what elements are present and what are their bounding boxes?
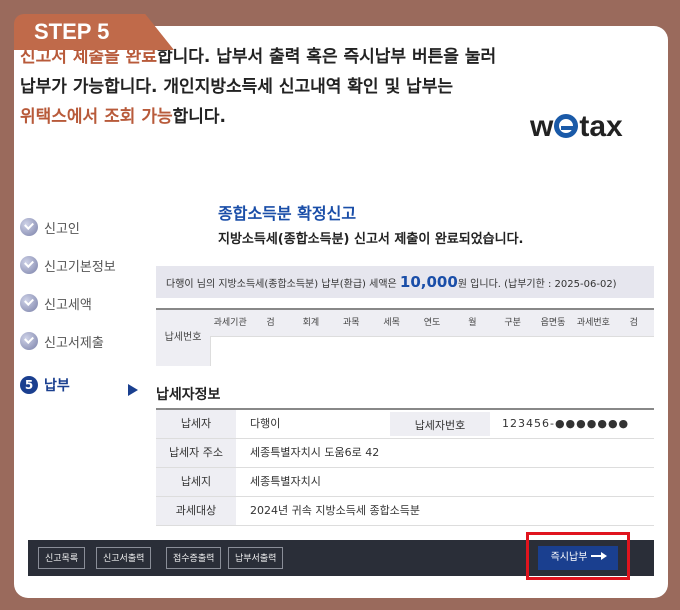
step-item-2[interactable]: 신고기본정보 — [20, 246, 150, 284]
column-header: 읍면동 — [540, 318, 566, 328]
taxpayer-address: 세종특별자치시 도움6로 42 — [250, 446, 380, 459]
intro-line-1: 합니다. 납부서 출력 혹은 즉시납부 버튼을 눌러 — [156, 47, 497, 67]
column-header: 검 — [629, 318, 638, 328]
step-label: 신고기본정보 — [44, 259, 116, 275]
logo-part-1: w — [530, 110, 554, 143]
field-label: 납세자번호 — [390, 412, 490, 436]
column-header: 과세기관 — [213, 318, 247, 328]
print-receipt-button[interactable]: 접수증출력 — [166, 547, 222, 569]
check-circle-icon — [20, 218, 38, 236]
taxpayer-id: 123456-●●●●●●● — [502, 417, 630, 430]
field-label: 납세자 주소 — [156, 439, 236, 467]
logo-part-2: tax — [579, 110, 623, 143]
highlight-box — [526, 532, 630, 580]
table-row: 납세지 세종특별자치시 — [156, 468, 654, 497]
field-label: 과세대상 — [156, 497, 236, 525]
intro-line-3: 합니다. — [172, 107, 226, 127]
intro-line-2: 납부가 가능합니다. 개인지방소득세 신고내역 확인 및 납부는 — [20, 77, 453, 97]
table-row: 납세자 다행이 납세자번호 123456-●●●●●●● — [156, 410, 654, 439]
intro-highlight-1: 신고서 제출을 완료 — [20, 47, 157, 67]
step-item-1[interactable]: 신고인 — [20, 208, 150, 246]
check-circle-icon — [20, 294, 38, 312]
page-title: 종합소득분 확정신고 — [218, 204, 357, 223]
wetax-logo: w tax — [530, 110, 623, 144]
payment-number-table: 납세번호 과세기관 검 회계 과목 세목 연도 월 구분 읍면동 과세번호 검 — [156, 308, 654, 366]
taxpayer-name: 다행이 — [250, 417, 281, 430]
step-nav: 신고인 신고기본정보 신고세액 신고서제출 5 납부 — [20, 208, 150, 404]
column-header: 구분 — [504, 318, 521, 328]
print-report-button[interactable]: 신고서출력 — [96, 547, 152, 569]
field-label: 납세지 — [156, 468, 236, 496]
column-header: 검 — [266, 318, 275, 328]
taxpayer-info-table: 납세자 다행이 납세자번호 123456-●●●●●●● 납세자 주소 세종특별… — [156, 408, 654, 526]
print-payment-slip-button[interactable]: 납부서출력 — [228, 547, 284, 569]
tax-amount: 10,000 — [399, 273, 458, 291]
column-header: 과세번호 — [576, 318, 610, 328]
column-header: 세목 — [383, 318, 400, 328]
field-label: 납세자 — [156, 410, 236, 438]
step-label: 신고세액 — [44, 297, 92, 313]
tax-amount-notice: 다행이 님의 지방소득세(종합소득분) 납부(환급) 세액은 10,000원 입… — [156, 266, 654, 298]
tax-location: 세종특별자치시 — [250, 475, 321, 488]
column-header: 월 — [468, 318, 477, 328]
payment-number-label: 납세번호 — [156, 310, 211, 366]
step-item-3[interactable]: 신고세액 — [20, 284, 150, 322]
step-number-badge: 5 — [20, 376, 38, 394]
notice-text-2: 원 입니다. (납부기한 : 2025-06-02) — [457, 279, 617, 290]
notice-text-1: 다행이 님의 지방소득세(종합소득분) 납부(환급) 세액은 — [166, 279, 400, 290]
logo-e-icon — [554, 114, 579, 138]
check-circle-icon — [20, 332, 38, 350]
table-row: 납세자 주소 세종특별자치시 도움6로 42 — [156, 439, 654, 468]
report-list-button[interactable]: 신고목록 — [38, 547, 86, 569]
column-header: 회계 — [302, 318, 320, 328]
taxpayer-section-title: 납세자정보 — [156, 387, 221, 403]
step-label: 신고인 — [44, 221, 80, 237]
table-row: 과세대상 2024년 귀속 지방소득세 종합소득분 — [156, 497, 654, 526]
completion-message: 지방소득세(종합소득분) 신고서 제출이 완료되었습니다. — [218, 232, 524, 247]
step-label: 납부 — [44, 378, 70, 394]
step-label: 신고서제출 — [44, 335, 104, 351]
intro-highlight-2: 위택스에서 조회 가능 — [20, 107, 173, 127]
check-circle-icon — [20, 256, 38, 274]
tax-target: 2024년 귀속 지방소득세 종합소득분 — [250, 504, 421, 517]
column-header: 과목 — [342, 318, 360, 328]
column-header: 연도 — [423, 318, 441, 328]
payment-number-headers: 과세기관 검 회계 과목 세목 연도 월 구분 읍면동 과세번호 검 — [210, 310, 654, 337]
arrow-right-icon — [128, 384, 138, 396]
step-item-4[interactable]: 신고서제출 — [20, 322, 150, 360]
